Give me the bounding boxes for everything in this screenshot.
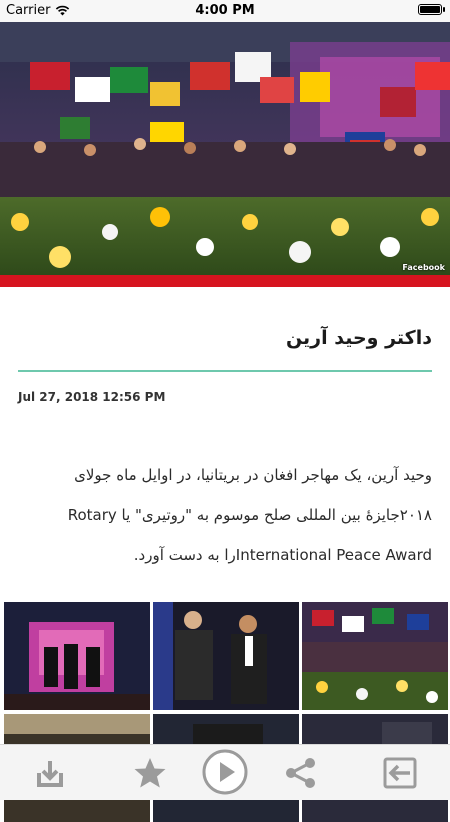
red-accent-band [0, 275, 450, 287]
body-line: وحید آرین، یک مهاجر افغان در بریتانیا، د… [74, 466, 432, 484]
title-divider [18, 370, 432, 372]
download-icon [37, 761, 63, 787]
gallery-thumbnail[interactable] [302, 602, 448, 710]
share-button[interactable] [282, 755, 318, 791]
status-right [418, 4, 445, 15]
download-button[interactable] [32, 755, 68, 791]
favorite-button[interactable] [132, 755, 168, 791]
article-body: وحید آرین، یک مهاجر افغان در بریتانیا، د… [18, 455, 432, 575]
hero-photo [0, 22, 450, 275]
article-title: داکتر وحید آرین [285, 327, 432, 349]
star-icon [134, 758, 166, 788]
body-line: ۲۰۱۸جایزهٔ بین المللی صلح موسوم به "روتی… [67, 506, 432, 524]
back-button[interactable] [382, 755, 418, 791]
battery-icon [418, 4, 445, 15]
share-icon [286, 758, 315, 788]
play-icon [202, 749, 248, 795]
hero-image[interactable]: Facebook [0, 22, 450, 275]
photo-credit: Facebook [402, 263, 445, 272]
article-date: Jul 27, 2018 12:56 PM [18, 390, 166, 404]
play-audio-button[interactable] [202, 749, 248, 795]
bottom-toolbar [0, 744, 450, 800]
gallery-thumbnail[interactable] [4, 602, 150, 710]
status-time: 4:00 PM [195, 3, 255, 18]
status-bar: Carrier 4:00 PM [0, 0, 450, 22]
back-arrow-icon [383, 757, 417, 789]
gallery-thumbnail[interactable] [153, 602, 299, 710]
body-line: International Peace Awardرا به دست آورد. [133, 546, 432, 564]
